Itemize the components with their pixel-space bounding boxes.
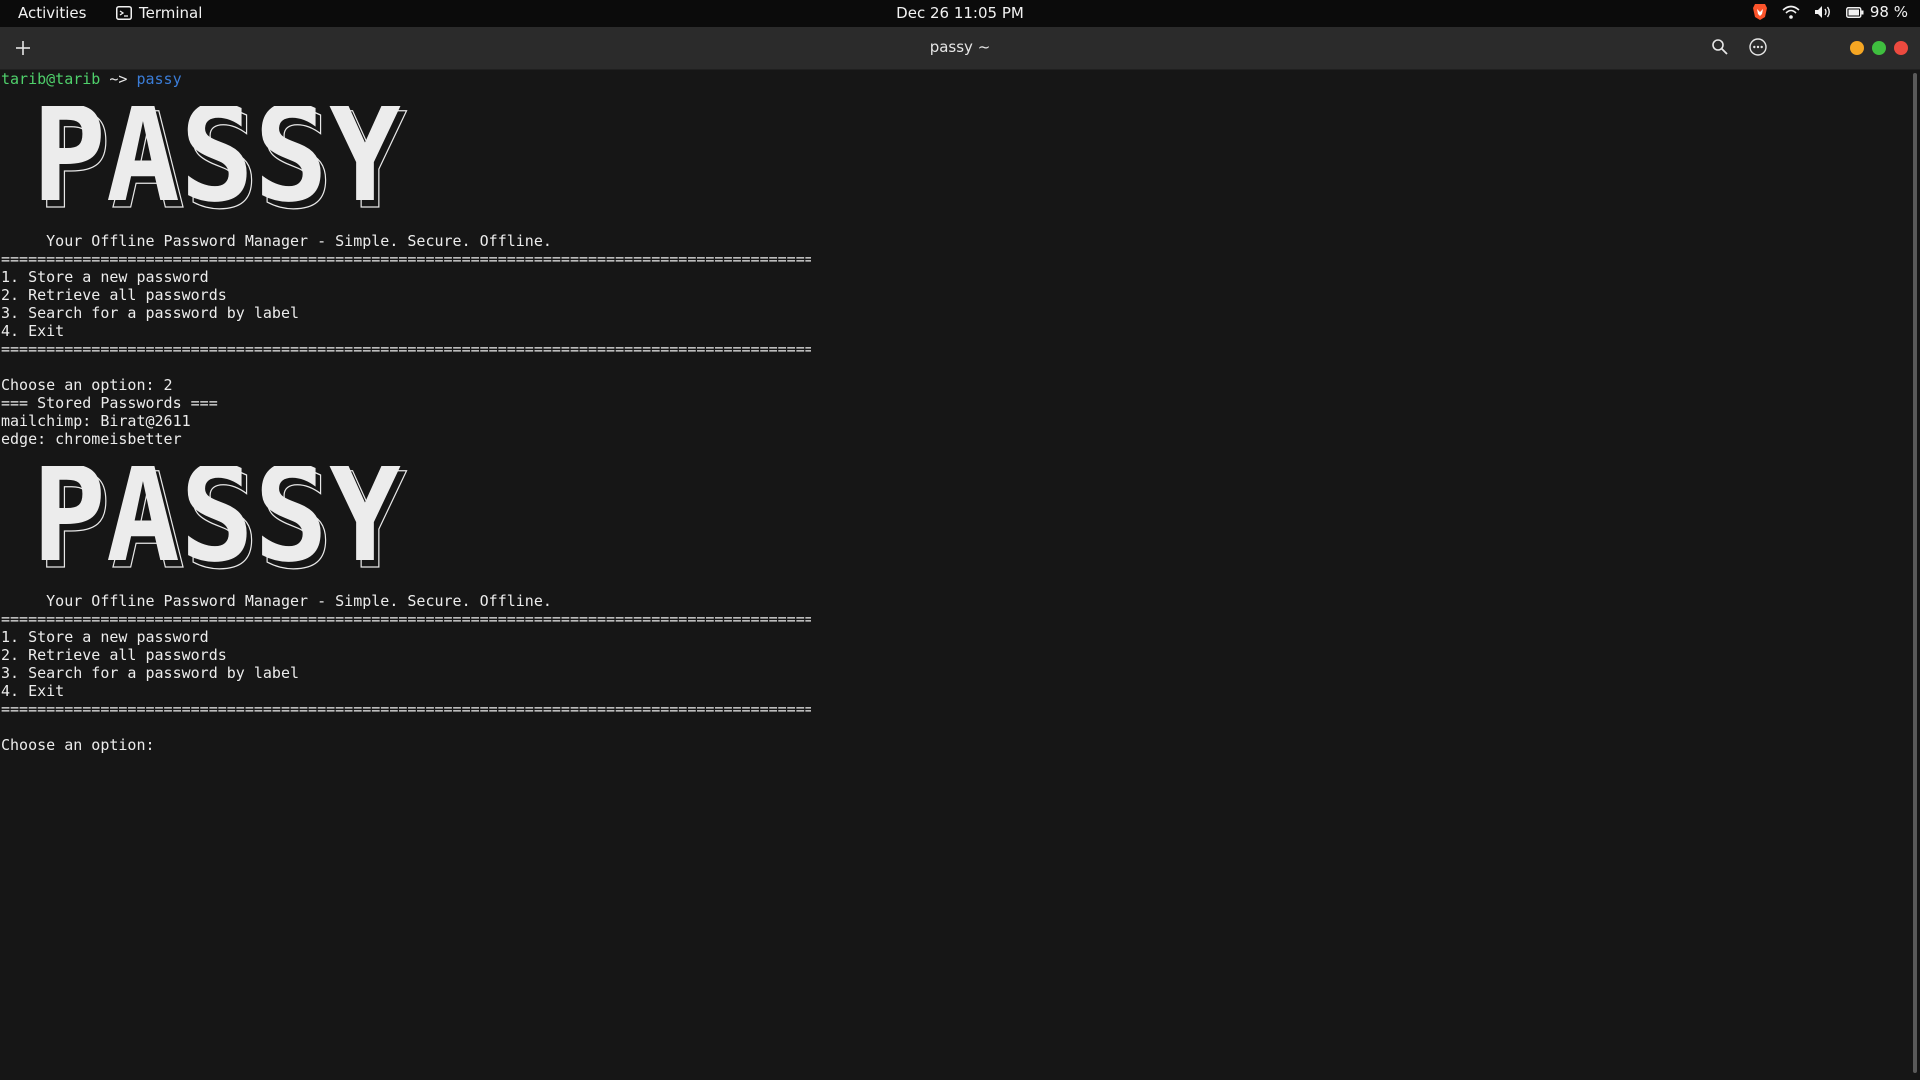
- app-menu[interactable]: Terminal: [116, 4, 202, 22]
- app-name-label: Terminal: [139, 4, 203, 22]
- separator: ========================================…: [1, 700, 811, 718]
- prompt-line: tarib@tarib ~> passy: [1, 70, 182, 88]
- activities-button[interactable]: Activities: [18, 4, 86, 22]
- menu-item: 4. Exit: [1, 682, 65, 700]
- svg-text:PASSY: PASSY: [32, 106, 402, 214]
- terminal-scrollbar[interactable]: [1913, 73, 1917, 1073]
- option-prompt: Choose an option: 2: [1, 376, 173, 394]
- brave-icon[interactable]: [1752, 3, 1768, 21]
- terminal-output[interactable]: tarib@tarib ~> passy PASSY PASSY Your Of…: [0, 70, 1904, 1080]
- wifi-icon[interactable]: [1782, 5, 1800, 19]
- menu-item: 2. Retrieve all passwords: [1, 646, 227, 664]
- menu-item: 4. Exit: [1, 322, 65, 340]
- passy-ascii-logo: PASSY PASSY: [32, 466, 412, 574]
- prompt-command: passy: [136, 70, 182, 88]
- tagline: Your Offline Password Manager - Simple. …: [1, 232, 552, 250]
- prompt-user: tarib@tarib: [1, 70, 101, 88]
- battery-icon: [1845, 6, 1864, 18]
- volume-icon[interactable]: [1814, 5, 1832, 19]
- menu-item: 1. Store a new password: [1, 628, 209, 646]
- option-prompt-active[interactable]: Choose an option:: [1, 736, 155, 754]
- separator: ========================================…: [1, 610, 811, 628]
- menu-icon[interactable]: [1748, 37, 1768, 57]
- stored-passwords-header: === Stored Passwords ===: [1, 394, 218, 412]
- prompt-arrow: ~>: [100, 70, 137, 88]
- svg-text:PASSY: PASSY: [32, 466, 402, 574]
- new-tab-button[interactable]: [12, 37, 34, 59]
- separator: ========================================…: [1, 250, 811, 268]
- passy-logo-art: PASSY PASSY: [32, 106, 408, 214]
- terminal-headerbar: passy ~: [0, 27, 1920, 70]
- battery-percentage: 98 %: [1869, 3, 1908, 21]
- menu-item: 1. Store a new password: [1, 268, 209, 286]
- close-button[interactable]: [1894, 41, 1908, 55]
- minimize-button[interactable]: [1850, 41, 1864, 55]
- tagline: Your Offline Password Manager - Simple. …: [1, 592, 552, 610]
- maximize-button[interactable]: [1872, 41, 1886, 55]
- system-tray[interactable]: 98 %: [1752, 3, 1908, 21]
- separator: ========================================…: [1, 340, 811, 358]
- menu-item: 3. Search for a password by label: [1, 304, 300, 322]
- passy-logo-art: PASSY PASSY: [32, 466, 408, 574]
- menu-item: 3. Search for a password by label: [1, 664, 300, 682]
- password-entry: mailchimp: Birat@2611: [1, 412, 191, 430]
- window-title: passy ~: [929, 38, 991, 56]
- clock-button[interactable]: Dec 26 11:05 PM: [896, 4, 1024, 22]
- passy-ascii-logo: PASSY PASSY: [32, 106, 412, 214]
- search-icon[interactable]: [1710, 37, 1730, 57]
- top-bar: Activities Terminal Dec 26 11:05 PM 98 %: [0, 0, 1920, 27]
- terminal-app-icon: [116, 6, 132, 20]
- password-entry: edge: chromeisbetter: [1, 430, 182, 448]
- menu-item: 2. Retrieve all passwords: [1, 286, 227, 304]
- battery-indicator[interactable]: 98 %: [1845, 3, 1908, 21]
